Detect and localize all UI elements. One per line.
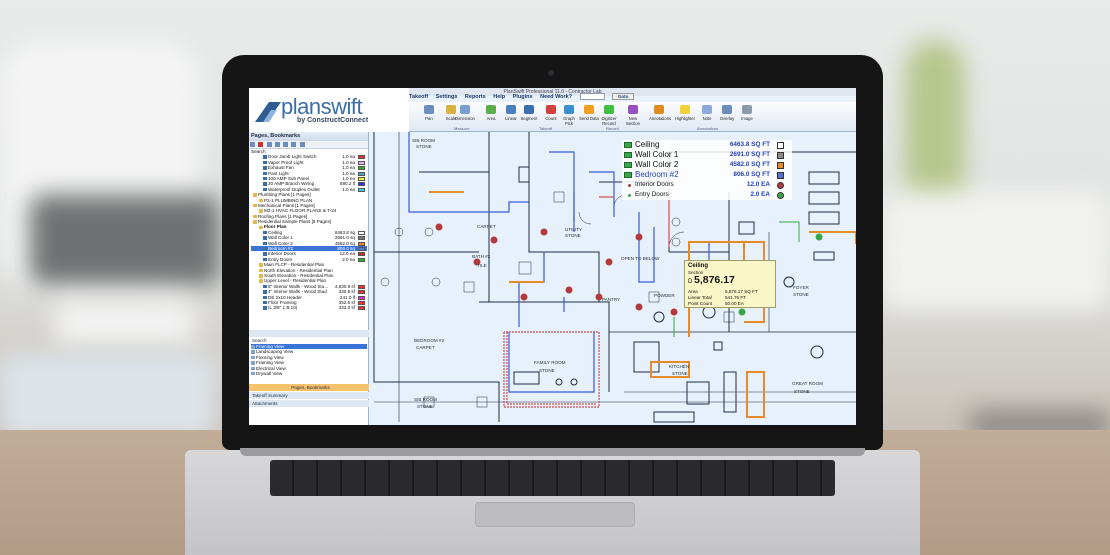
card-line-label: Area: [688, 289, 698, 294]
room-label: FOYER: [793, 285, 809, 290]
legend-row[interactable]: Entry Doors 2.0 EA: [622, 190, 792, 200]
legend-swatch: [777, 192, 784, 199]
room-label: SIB ROOM: [414, 397, 437, 402]
legend-value: 6463.8 SQ FT: [729, 141, 770, 148]
room-finish: STONE: [416, 144, 432, 149]
room-finish: STONE: [539, 368, 555, 373]
room-finish: STONE: [794, 389, 810, 394]
laptop-keyboard: [270, 460, 835, 496]
legend-swatch: [777, 142, 784, 149]
room-label: UTILITY: [565, 227, 583, 232]
background-documents: [0, 355, 215, 440]
planswift-logo-icon: [255, 102, 281, 122]
legend-row[interactable]: Ceiling 6463.8 SQ FT: [622, 140, 792, 150]
legend-value: 4582.0 SQ FT: [729, 161, 770, 168]
card-line-value: 541.76 FT: [725, 295, 746, 300]
background-shelf: [880, 190, 1110, 310]
area-icon: [624, 172, 632, 178]
plan-room-labels: SIB ROOM STONE CARPET BATH #2 TILE UTILI…: [249, 88, 856, 425]
room-finish: STONE: [672, 371, 688, 376]
legend-row[interactable]: Bedroom #2 806.0 SQ FT: [622, 170, 792, 180]
background-paper: [55, 300, 195, 345]
legend-name: Wall Color 2: [635, 160, 679, 169]
card-total-value: 5,876.17: [694, 274, 735, 286]
area-icon: [624, 152, 632, 158]
area-icon: [624, 162, 632, 168]
area-icon: [624, 142, 632, 148]
room-label: KITCHEN: [669, 364, 690, 369]
background-monitor: [30, 195, 220, 285]
legend-swatch: [777, 152, 784, 159]
legend-value: 806.0 SQ FT: [733, 171, 770, 178]
room-label: SIB ROOM: [412, 138, 435, 143]
card-title: Ceiling: [688, 263, 709, 269]
legend-name: Wall Color 1: [635, 150, 679, 159]
room-finish: CARPET: [477, 224, 496, 229]
room-finish: STONE: [417, 404, 433, 409]
card-line-value: 5,876.17 SQ FT: [725, 289, 758, 294]
legend-swatch: [777, 172, 784, 179]
card-line-label: Linear Total: [688, 295, 712, 300]
legend-swatch: [777, 182, 784, 189]
legend-row[interactable]: Interior Doors 12.0 EA: [622, 180, 792, 190]
room-finish: CARPET: [416, 345, 435, 350]
count-marker-icon: [628, 183, 631, 187]
count-marker-icon: [628, 193, 631, 197]
room-finish: TILE: [477, 263, 487, 268]
trackpad[interactable]: [475, 502, 635, 527]
room-label: PANTRY: [602, 297, 621, 302]
legend-value: 12.0 EA: [746, 181, 770, 188]
legend-name: Ceiling: [635, 140, 660, 149]
webcam: [548, 70, 554, 76]
legend-name: Entry Doors: [635, 191, 669, 198]
ceiling-info-card: Ceiling Section D 5,876.17 Area 5,876.17…: [684, 260, 776, 308]
room-finish: STONE: [793, 292, 809, 297]
room-label: POWDER: [654, 293, 675, 298]
legend-name: Bedroom #2: [635, 170, 679, 179]
card-total: D 5,876.17: [688, 274, 735, 286]
legend-row[interactable]: Wall Color 1 2691.0 SQ FT: [622, 150, 792, 160]
legend-value: 2.0 EA: [750, 191, 770, 198]
card-line-value: 50.00 EA: [725, 301, 744, 306]
card-line-label: Point Count: [688, 301, 713, 306]
room-label: BATH #2: [472, 254, 491, 259]
room-finish: STONE: [565, 233, 581, 238]
room-label: BEDROOM #2: [414, 338, 445, 343]
room-label: FAMILY ROOM: [534, 360, 566, 365]
room-label: GREAT ROOM: [792, 381, 823, 386]
laptop-hinge: [240, 448, 865, 456]
planswift-logo: planswift by ConstructConnect: [249, 88, 409, 132]
legend-row[interactable]: Wall Color 2 4582.0 SQ FT: [622, 160, 792, 170]
room-label: OPEN TO BELOW: [621, 256, 660, 261]
legend-value: 2691.0 SQ FT: [729, 151, 770, 158]
logo-subtitle: by ConstructConnect: [297, 117, 369, 124]
takeoff-legend: Ceiling 6463.8 SQ FT Wall Color 1 2691.0 SQ…: [622, 140, 792, 200]
laptop-screen: PlanSwift Professional 11.0 - Contractor…: [249, 88, 856, 425]
legend-swatch: [777, 162, 784, 169]
legend-name: Interior Doors: [635, 181, 674, 188]
